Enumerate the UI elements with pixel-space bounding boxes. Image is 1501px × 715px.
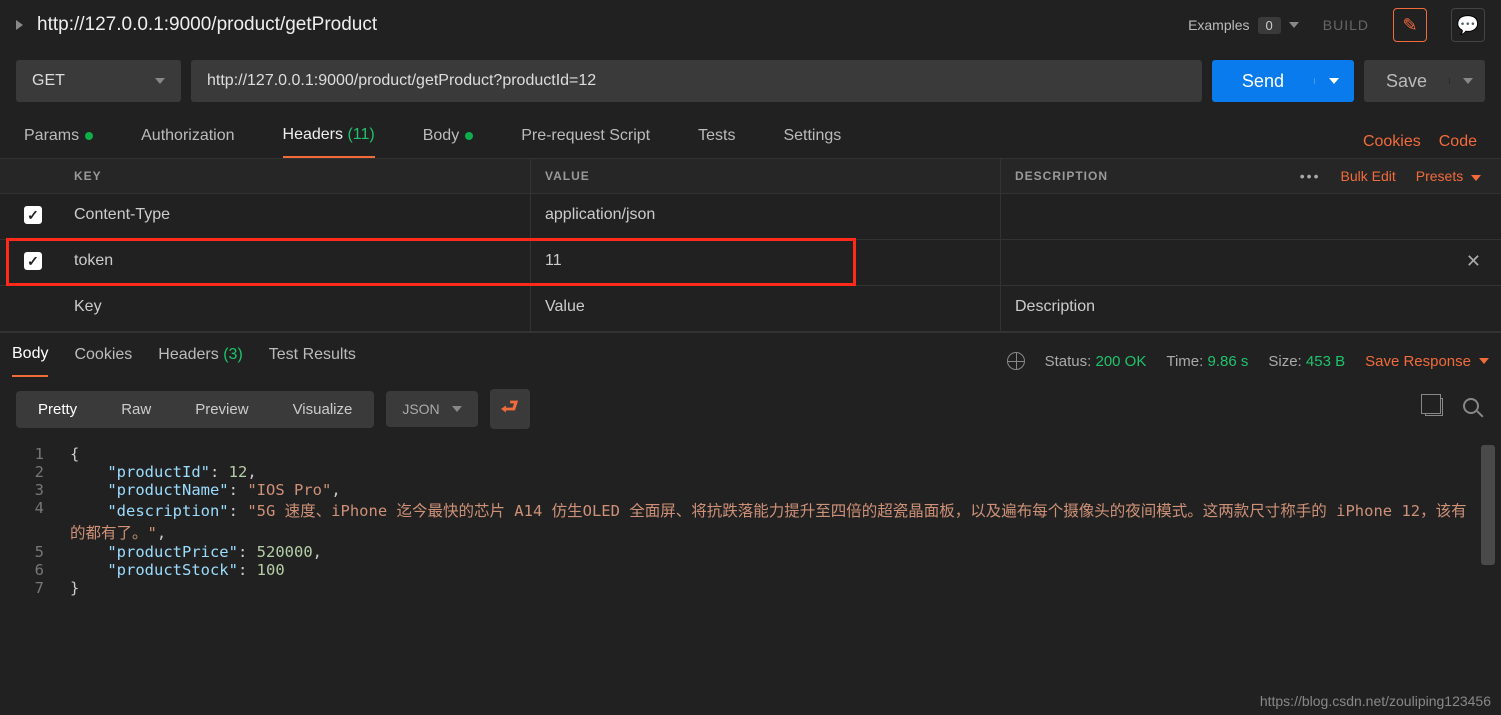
save-button[interactable]: Save xyxy=(1364,60,1485,102)
format-select[interactable]: JSON xyxy=(386,391,477,427)
header-value-cell[interactable]: application/json xyxy=(530,194,1000,239)
tab-headers[interactable]: Headers (11) xyxy=(283,126,375,158)
chevron-down-icon xyxy=(1289,22,1299,28)
tab-prerequest[interactable]: Pre-request Script xyxy=(521,127,650,157)
send-dropdown[interactable] xyxy=(1314,78,1354,84)
comments-button[interactable]: 💬 xyxy=(1451,8,1485,42)
scrollbar[interactable] xyxy=(1481,445,1495,565)
code-link[interactable]: Code xyxy=(1439,133,1477,151)
time-value: 9.86 s xyxy=(1207,353,1248,370)
chevron-down-icon xyxy=(1329,78,1339,84)
header-desc-input[interactable]: Description xyxy=(1000,286,1501,331)
save-label: Save xyxy=(1364,71,1449,92)
view-visualize[interactable]: Visualize xyxy=(271,391,375,428)
view-raw[interactable]: Raw xyxy=(99,391,173,428)
row-checkbox[interactable]: ✓ xyxy=(24,206,42,224)
examples-dropdown[interactable]: Examples 0 xyxy=(1188,17,1299,34)
expand-icon[interactable] xyxy=(16,20,23,30)
header-key-input[interactable]: Key xyxy=(60,286,530,331)
search-icon xyxy=(1463,398,1479,414)
header-desc-cell[interactable] xyxy=(1000,194,1501,239)
edit-button[interactable]: ✎ xyxy=(1393,8,1427,42)
row-checkbox[interactable]: ✓ xyxy=(24,252,42,270)
headers-table-header: KEY VALUE DESCRIPTION ••• Bulk Edit Pres… xyxy=(0,158,1501,194)
build-label: BUILD xyxy=(1323,17,1369,33)
header-row: ≡ ✓ token 11 ✕ xyxy=(0,240,1501,286)
send-button[interactable]: Send xyxy=(1212,60,1354,102)
view-pretty[interactable]: Pretty xyxy=(16,391,99,428)
tab-response-cookies[interactable]: Cookies xyxy=(74,346,132,376)
tab-tests[interactable]: Tests xyxy=(698,127,735,157)
request-title: http://127.0.0.1:9000/product/getProduct xyxy=(37,14,1174,36)
column-description: DESCRIPTION xyxy=(1015,169,1108,183)
bulk-edit-link[interactable]: Bulk Edit xyxy=(1341,168,1396,184)
header-key-cell[interactable]: token xyxy=(60,240,530,285)
request-titlebar: http://127.0.0.1:9000/product/getProduct… xyxy=(0,0,1501,50)
examples-label: Examples xyxy=(1188,17,1249,33)
response-format-bar: Pretty Raw Preview Visualize JSON ⮐ xyxy=(0,377,1501,441)
header-value-cell[interactable]: 11 xyxy=(530,240,1000,285)
presets-dropdown[interactable]: Presets xyxy=(1416,168,1481,184)
tab-authorization[interactable]: Authorization xyxy=(141,127,234,157)
network-icon[interactable] xyxy=(1007,352,1025,370)
tab-body[interactable]: Body xyxy=(423,127,473,157)
more-options[interactable]: ••• xyxy=(1300,168,1321,184)
chevron-down-icon xyxy=(155,78,165,84)
view-preview[interactable]: Preview xyxy=(173,391,270,428)
tab-params[interactable]: Params xyxy=(24,127,93,157)
search-button[interactable] xyxy=(1463,398,1485,420)
cookies-link[interactable]: Cookies xyxy=(1363,133,1421,151)
header-desc-cell[interactable] xyxy=(1000,240,1501,285)
save-response-dropdown[interactable]: Save Response xyxy=(1365,353,1489,370)
wrap-lines-button[interactable]: ⮐ xyxy=(490,389,530,429)
pencil-icon: ✎ xyxy=(1402,15,1417,36)
copy-button[interactable] xyxy=(1425,398,1447,420)
column-value: VALUE xyxy=(530,159,1000,193)
header-value-input[interactable]: Value xyxy=(530,286,1000,331)
tab-response-headers[interactable]: Headers (3) xyxy=(158,346,243,376)
save-dropdown[interactable] xyxy=(1449,78,1485,84)
tab-response-body[interactable]: Body xyxy=(12,345,48,377)
status-dot-icon xyxy=(85,132,93,140)
status-value: 200 OK xyxy=(1095,353,1146,370)
header-key-cell[interactable]: Content-Type xyxy=(60,194,530,239)
comment-icon: 💬 xyxy=(1457,15,1479,36)
tab-settings[interactable]: Settings xyxy=(783,127,841,157)
delete-row-button[interactable]: ✕ xyxy=(1466,251,1481,272)
send-label: Send xyxy=(1212,71,1314,92)
examples-count: 0 xyxy=(1258,17,1281,34)
method-value: GET xyxy=(32,72,65,90)
copy-icon xyxy=(1425,398,1443,416)
tab-test-results[interactable]: Test Results xyxy=(269,346,356,376)
header-row-new: Key Value Description xyxy=(0,286,1501,332)
method-select[interactable]: GET xyxy=(16,60,181,102)
response-tabs: Body Cookies Headers (3) Test Results St… xyxy=(0,332,1501,377)
request-tabs: Params Authorization Headers (11) Body P… xyxy=(0,110,1501,158)
watermark: https://blog.csdn.net/zouliping123456 xyxy=(1260,693,1491,709)
url-value: http://127.0.0.1:9000/product/getProduct… xyxy=(207,72,596,90)
column-key: KEY xyxy=(60,159,530,193)
size-value: 453 B xyxy=(1306,353,1345,370)
response-body-viewer[interactable]: 1{2 "productId": 12,3 "productName": "IO… xyxy=(0,441,1501,609)
request-row: GET http://127.0.0.1:9000/product/getPro… xyxy=(0,50,1501,110)
status-dot-icon xyxy=(465,132,473,140)
chevron-down-icon xyxy=(1463,78,1473,84)
header-row: ✓ Content-Type application/json xyxy=(0,194,1501,240)
view-mode-segment: Pretty Raw Preview Visualize xyxy=(16,391,374,428)
url-input[interactable]: http://127.0.0.1:9000/product/getProduct… xyxy=(191,60,1202,102)
